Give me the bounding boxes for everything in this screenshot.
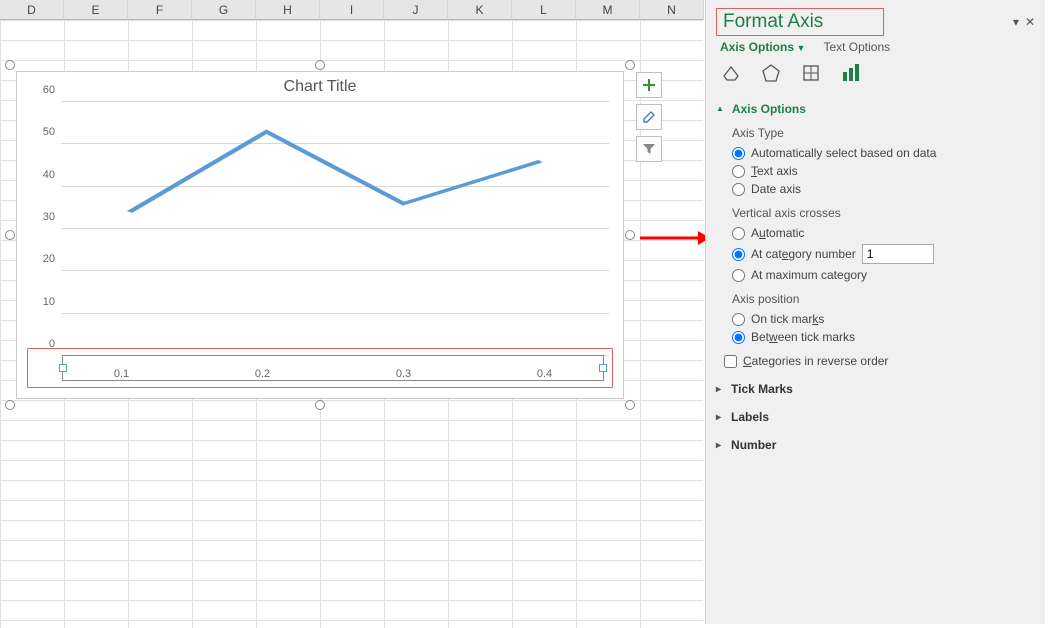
radio-input[interactable] <box>732 331 745 344</box>
section-number[interactable]: Number <box>716 434 1035 456</box>
annotation-arrow <box>640 228 710 248</box>
tab-text-options[interactable]: Text Options <box>823 40 890 54</box>
radio-axis-type-date[interactable]: Date axis <box>732 182 1035 196</box>
plus-icon <box>641 77 657 93</box>
y-tick-label: 20 <box>43 253 55 265</box>
col-header[interactable]: J <box>384 0 448 20</box>
col-header[interactable]: L <box>512 0 576 20</box>
section-tick-marks[interactable]: Tick Marks <box>716 378 1035 400</box>
radio-crosses-at-max[interactable]: At maximum category <box>732 268 1035 282</box>
y-axis[interactable]: 0 10 20 30 40 50 60 <box>27 102 57 356</box>
radio-input[interactable] <box>732 313 745 326</box>
label-vertical-crosses: Vertical axis crosses <box>732 206 1035 220</box>
plot-area[interactable]: 0 10 20 30 40 50 60 <box>27 102 613 356</box>
funnel-icon <box>641 141 657 157</box>
y-tick-label: 60 <box>43 84 55 96</box>
radio-label: At category number <box>751 247 856 261</box>
section-axis-options[interactable]: Axis Options <box>716 98 1035 120</box>
radio-label: At maximum category <box>751 268 867 282</box>
col-header[interactable]: F <box>128 0 192 20</box>
col-header[interactable]: N <box>640 0 704 20</box>
label-axis-position: Axis position <box>732 292 1035 306</box>
close-icon[interactable]: ✕ <box>1025 15 1035 29</box>
col-header[interactable]: E <box>64 0 128 20</box>
column-headers: D E F G H I J K L M N <box>0 0 704 20</box>
radio-position-on-ticks[interactable]: On tick marks <box>732 312 1035 326</box>
col-header[interactable]: H <box>256 0 320 20</box>
col-header[interactable]: I <box>320 0 384 20</box>
col-header[interactable]: M <box>576 0 640 20</box>
checkbox-label: Categories in reverse order <box>743 354 888 368</box>
chart-styles-button[interactable] <box>636 104 662 130</box>
radio-label: On tick marks <box>751 312 824 326</box>
radio-label: Automatically select based on data <box>751 146 936 160</box>
plot-inner <box>61 102 609 356</box>
radio-axis-type-auto[interactable]: Automatically select based on data <box>732 146 1035 160</box>
tab-axis-options[interactable]: Axis Options <box>720 40 805 54</box>
y-tick-label: 30 <box>43 211 55 223</box>
chart-elements-button[interactable] <box>636 72 662 98</box>
radio-input[interactable] <box>732 147 745 160</box>
pane-title: Format Axis <box>716 8 884 36</box>
at-category-number-input[interactable] <box>862 244 934 264</box>
x-tick-label: 0.1 <box>51 368 192 384</box>
radio-input[interactable] <box>732 248 745 261</box>
section-labels[interactable]: Labels <box>716 406 1035 428</box>
radio-input[interactable] <box>732 165 745 178</box>
radio-axis-type-text[interactable]: Text axis <box>732 164 1035 178</box>
pane-options-icon[interactable]: ▾ <box>1013 15 1019 29</box>
chart-title[interactable]: Chart Title <box>17 72 623 98</box>
pane-tabs: Axis Options Text Options <box>720 40 1035 54</box>
radio-label: Between tick marks <box>751 330 855 344</box>
x-axis-labels: 0.1 0.2 0.3 0.4 <box>51 368 615 384</box>
radio-input[interactable] <box>732 227 745 240</box>
col-header[interactable]: K <box>448 0 512 20</box>
pane-category-icons <box>720 62 1035 84</box>
chart-object[interactable]: Chart Title 0 10 20 30 40 50 60 <box>10 65 630 405</box>
fill-line-icon[interactable] <box>720 62 742 84</box>
col-header[interactable]: D <box>0 0 64 20</box>
y-tick-label: 40 <box>43 169 55 181</box>
radio-input[interactable] <box>732 269 745 282</box>
radio-label: Text axis <box>751 164 798 178</box>
checkbox-input[interactable] <box>724 355 737 368</box>
y-tick-label: 10 <box>43 296 55 308</box>
checkbox-reverse-order[interactable]: Categories in reverse order <box>724 354 1035 368</box>
size-properties-icon[interactable] <box>800 62 822 84</box>
y-tick-label: 0 <box>49 338 55 350</box>
col-header[interactable]: G <box>192 0 256 20</box>
radio-position-between-ticks[interactable]: Between tick marks <box>732 330 1035 344</box>
effects-icon[interactable] <box>760 62 782 84</box>
radio-label: Automatic <box>751 226 804 240</box>
x-tick-label: 0.3 <box>333 368 474 384</box>
brush-icon <box>641 109 657 125</box>
chart-quick-buttons <box>636 72 662 162</box>
radio-crosses-at-category[interactable]: At category number <box>732 244 1035 264</box>
format-axis-pane: Format Axis ▾ ✕ Axis Options Text Option… <box>705 0 1045 624</box>
x-tick-label: 0.4 <box>474 368 615 384</box>
radio-crosses-auto[interactable]: Automatic <box>732 226 1035 240</box>
chart-filter-button[interactable] <box>636 136 662 162</box>
line-series[interactable] <box>61 102 609 356</box>
radio-input[interactable] <box>732 183 745 196</box>
radio-label: Date axis <box>751 182 801 196</box>
x-tick-label: 0.2 <box>192 368 333 384</box>
label-axis-type: Axis Type <box>732 126 1035 140</box>
chart-area[interactable]: Chart Title 0 10 20 30 40 50 60 <box>16 71 624 399</box>
axis-options-icon[interactable] <box>840 62 862 84</box>
y-tick-label: 50 <box>43 126 55 138</box>
